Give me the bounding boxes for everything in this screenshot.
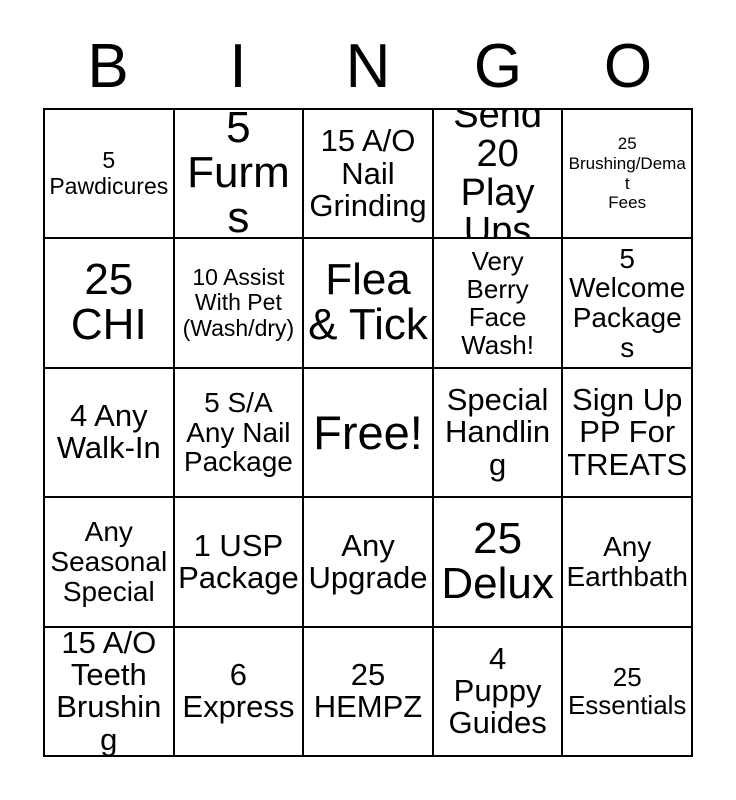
bingo-cell-label: 6 Express (182, 657, 295, 725)
bingo-cell-label: Any Earthbath (566, 531, 688, 592)
bingo-cell[interactable]: 4 Any Walk-In (45, 368, 175, 499)
bingo-cell-label: Any Seasonal Special (50, 516, 168, 607)
bingo-cell[interactable]: Very Berry Face Wash! (433, 239, 564, 369)
bingo-cell-label: Special Handling (445, 382, 551, 482)
bingo-cell-label: Very Berry Face Wash! (461, 245, 534, 361)
header-letter-n: N (345, 32, 391, 101)
bingo-cell-label: 4 Any Walk-In (56, 398, 161, 466)
bingo-cell[interactable]: 6 Express (174, 627, 305, 757)
bingo-card: B I N G O 5 Pawdicures 5 Furms 15 A/O Na… (0, 0, 736, 800)
bingo-cell-label: 15 A/O Nail Grinding (309, 123, 427, 223)
bingo-cell-label: Send 20 Play Ups (453, 110, 542, 240)
bingo-cell-label: Flea & Tick (308, 255, 428, 350)
bingo-cell[interactable]: Sign Up PP For TREATS (563, 368, 693, 499)
bingo-cell-label: 5 Pawdicures (49, 147, 169, 199)
bingo-cell-label: Free! (313, 405, 423, 459)
header-letter-g: G (473, 32, 523, 101)
bingo-cell-label: 5 S/A Any Nail Package (183, 386, 293, 478)
bingo-cell[interactable]: 4 Puppy Guides (433, 627, 564, 757)
bingo-cell-label: Sign Up PP For TREATS (567, 382, 688, 482)
bingo-cell-label: Any Upgrade (308, 527, 428, 595)
bingo-cell[interactable]: 25 Delux (433, 498, 564, 628)
bingo-cell[interactable]: 25 Brushing/Demat Fees (563, 110, 693, 240)
bingo-cell-label: 4 Puppy Guides (448, 640, 547, 741)
bingo-cell[interactable]: 15 A/O Teeth Brushing (45, 627, 175, 757)
bingo-cell[interactable]: 5 Pawdicures (45, 110, 175, 240)
header-letter-o: O (603, 32, 653, 101)
bingo-cell[interactable]: 15 A/O Nail Grinding (304, 110, 434, 240)
bingo-cell[interactable]: 25 HEMPZ (304, 627, 434, 757)
bingo-cell[interactable]: Any Seasonal Special (45, 498, 175, 628)
bingo-header: B I N G O (43, 28, 693, 106)
bingo-cell[interactable]: Any Upgrade (304, 498, 434, 628)
header-letter-b: B (87, 32, 129, 101)
bingo-cell-free[interactable]: Free! (304, 368, 434, 499)
bingo-cell-label: 5 Furms (187, 110, 290, 240)
header-letter-i: I (229, 32, 247, 101)
bingo-cell-label: 25 Brushing/Demat Fees (568, 134, 686, 213)
bingo-grid: 5 Pawdicures 5 Furms 15 A/O Nail Grindin… (43, 108, 693, 757)
bingo-cell-label: 25 HEMPZ (313, 657, 423, 725)
bingo-cell[interactable]: 5 Furms (174, 110, 305, 240)
bingo-cell-label: 1 USP Package (178, 527, 299, 595)
bingo-cell[interactable]: 5 S/A Any Nail Package (174, 368, 305, 499)
bingo-cell[interactable]: 10 Assist With Pet (Wash/dry) (174, 239, 305, 369)
bingo-cell[interactable]: Send 20 Play Ups (433, 110, 564, 240)
bingo-cell[interactable]: Flea & Tick (304, 239, 434, 369)
bingo-cell[interactable]: Any Earthbath (563, 498, 693, 628)
bingo-cell[interactable]: 1 USP Package (174, 498, 305, 628)
bingo-cell[interactable]: 25 CHI (45, 239, 175, 369)
bingo-cell-label: 25 Essentials (567, 662, 687, 721)
bingo-cell-label: 10 Assist With Pet (Wash/dry) (182, 264, 295, 341)
bingo-cell-label: 25 Delux (441, 514, 554, 608)
bingo-cell[interactable]: Special Handling (433, 368, 564, 499)
bingo-cell[interactable]: 5 Welcome Packages (563, 239, 693, 369)
bingo-cell-label: 5 Welcome Packages (569, 242, 686, 363)
bingo-cell-label: 15 A/O Teeth Brushing (56, 627, 162, 757)
bingo-cell-label: 25 CHI (70, 255, 147, 350)
bingo-cell[interactable]: 25 Essentials (563, 627, 693, 757)
